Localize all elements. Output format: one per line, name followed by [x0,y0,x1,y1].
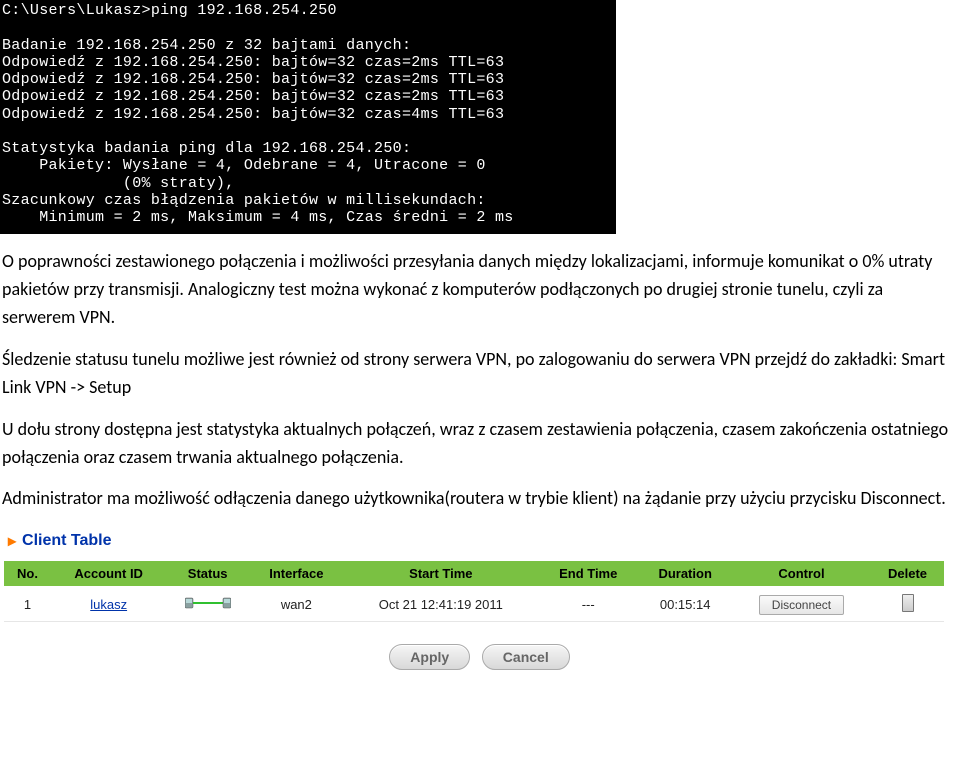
terminal-line: Odpowiedź z 192.168.254.250: bajtów=32 c… [2,71,504,88]
col-start: Start Time [344,561,538,587]
terminal-line: C:\Users\Lukasz>ping 192.168.254.250 [2,2,337,19]
cell-end: --- [538,587,638,622]
terminal-line: Minimum = 2 ms, Maksimum = 4 ms, Czas śr… [2,209,514,226]
table-row: 1 lukasz wan2 Oct 21 12:41:19 2011 --- 0… [4,587,944,622]
account-link[interactable]: lukasz [90,597,127,612]
col-no: No. [4,561,51,587]
cell-start: Oct 21 12:41:19 2011 [344,587,538,622]
paragraph: U dołu strony dostępna jest statystyka a… [2,416,953,472]
cancel-button[interactable]: Cancel [482,644,570,670]
arrow-icon: ▸ [8,531,16,551]
client-table: No. Account ID Status Interface Start Ti… [4,561,944,622]
col-control: Control [732,561,871,587]
terminal-line: (0% straty), [2,175,235,192]
terminal-line: Statystyka badania ping dla 192.168.254.… [2,140,411,157]
cell-duration: 00:15:14 [638,587,732,622]
document-body: O poprawności zestawionego połączenia i … [0,234,959,513]
paragraph: Śledzenie statusu tunelu możliwe jest ró… [2,346,953,402]
col-duration: Duration [638,561,732,587]
cell-control: Disconnect [732,587,871,622]
trash-icon[interactable] [902,594,914,612]
col-status: Status [166,561,249,587]
terminal-line: Odpowiedź z 192.168.254.250: bajtów=32 c… [2,54,504,71]
apply-button[interactable]: Apply [389,644,470,670]
col-interface: Interface [249,561,344,587]
cell-status [166,587,249,622]
section-title-label: Client Table [22,532,112,550]
button-row: Apply Cancel [0,622,959,680]
terminal-line: Pakiety: Wysłane = 4, Odebrane = 4, Utra… [2,157,486,174]
terminal-line: Szacunkowy czas błądzenia pakietów w mil… [2,192,486,209]
cell-account: lukasz [51,587,166,622]
col-account: Account ID [51,561,166,587]
terminal-line: Odpowiedź z 192.168.254.250: bajtów=32 c… [2,106,504,123]
paragraph: Administrator ma możliwość odłączenia da… [2,485,953,513]
table-header-row: No. Account ID Status Interface Start Ti… [4,561,944,587]
connection-status-icon [185,596,231,613]
col-end: End Time [538,561,638,587]
col-delete: Delete [871,561,944,587]
terminal-line: Badanie 192.168.254.250 z 32 bajtami dan… [2,37,411,54]
cell-delete [871,587,944,622]
disconnect-button[interactable]: Disconnect [759,595,844,615]
section-heading: ▸ Client Table [0,527,959,555]
terminal-line: Odpowiedź z 192.168.254.250: bajtów=32 c… [2,88,504,105]
terminal-output: C:\Users\Lukasz>ping 192.168.254.250 Bad… [0,0,616,234]
cell-interface: wan2 [249,587,344,622]
cell-no: 1 [4,587,51,622]
paragraph: O poprawności zestawionego połączenia i … [2,248,953,332]
